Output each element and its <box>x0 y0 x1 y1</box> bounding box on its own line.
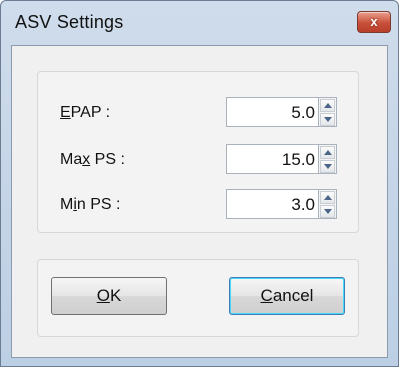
epap-spinner: 5.0 <box>226 97 343 129</box>
min-ps-field[interactable]: 3.0 <box>226 189 319 219</box>
ok-button[interactable]: OK <box>51 277 167 315</box>
arrow-down-icon <box>324 117 332 122</box>
arrow-down-icon <box>324 209 332 214</box>
min-ps-increment-button[interactable] <box>320 191 335 204</box>
max-ps-label: Max PS : <box>60 151 125 168</box>
close-icon: x <box>370 14 378 29</box>
epap-increment-button[interactable] <box>320 99 335 112</box>
min-ps-label: Min PS : <box>60 196 121 213</box>
cancel-button[interactable]: Cancel <box>229 277 345 315</box>
window-title: ASV Settings <box>15 12 124 32</box>
min-ps-spin-buttons <box>319 189 337 219</box>
title-bar[interactable]: ASV Settings x <box>1 1 398 45</box>
min-ps-decrement-button[interactable] <box>320 205 335 218</box>
arrow-up-icon <box>324 103 332 108</box>
close-button[interactable]: x <box>357 11 391 33</box>
min-ps-spinner: 3.0 <box>226 189 343 221</box>
arrow-up-icon <box>324 150 332 155</box>
settings-group: EPAP : 5.0 Max PS : 15.0 Min PS : 3.0 <box>37 71 359 233</box>
epap-decrement-button[interactable] <box>320 113 335 126</box>
button-group: OK Cancel <box>37 259 359 337</box>
max-ps-spinner: 15.0 <box>226 144 343 176</box>
max-ps-decrement-button[interactable] <box>320 160 335 173</box>
epap-label: EPAP : <box>60 104 111 121</box>
max-ps-field[interactable]: 15.0 <box>226 144 319 174</box>
dialog-body: EPAP : 5.0 Max PS : 15.0 Min PS : 3.0 OK… <box>11 45 388 358</box>
arrow-up-icon <box>324 195 332 200</box>
max-ps-increment-button[interactable] <box>320 146 335 159</box>
arrow-down-icon <box>324 164 332 169</box>
max-ps-spin-buttons <box>319 144 337 174</box>
epap-field[interactable]: 5.0 <box>226 97 319 127</box>
dialog-window: ASV Settings x EPAP : 5.0 Max PS : 15.0 <box>0 0 399 367</box>
epap-spin-buttons <box>319 97 337 127</box>
